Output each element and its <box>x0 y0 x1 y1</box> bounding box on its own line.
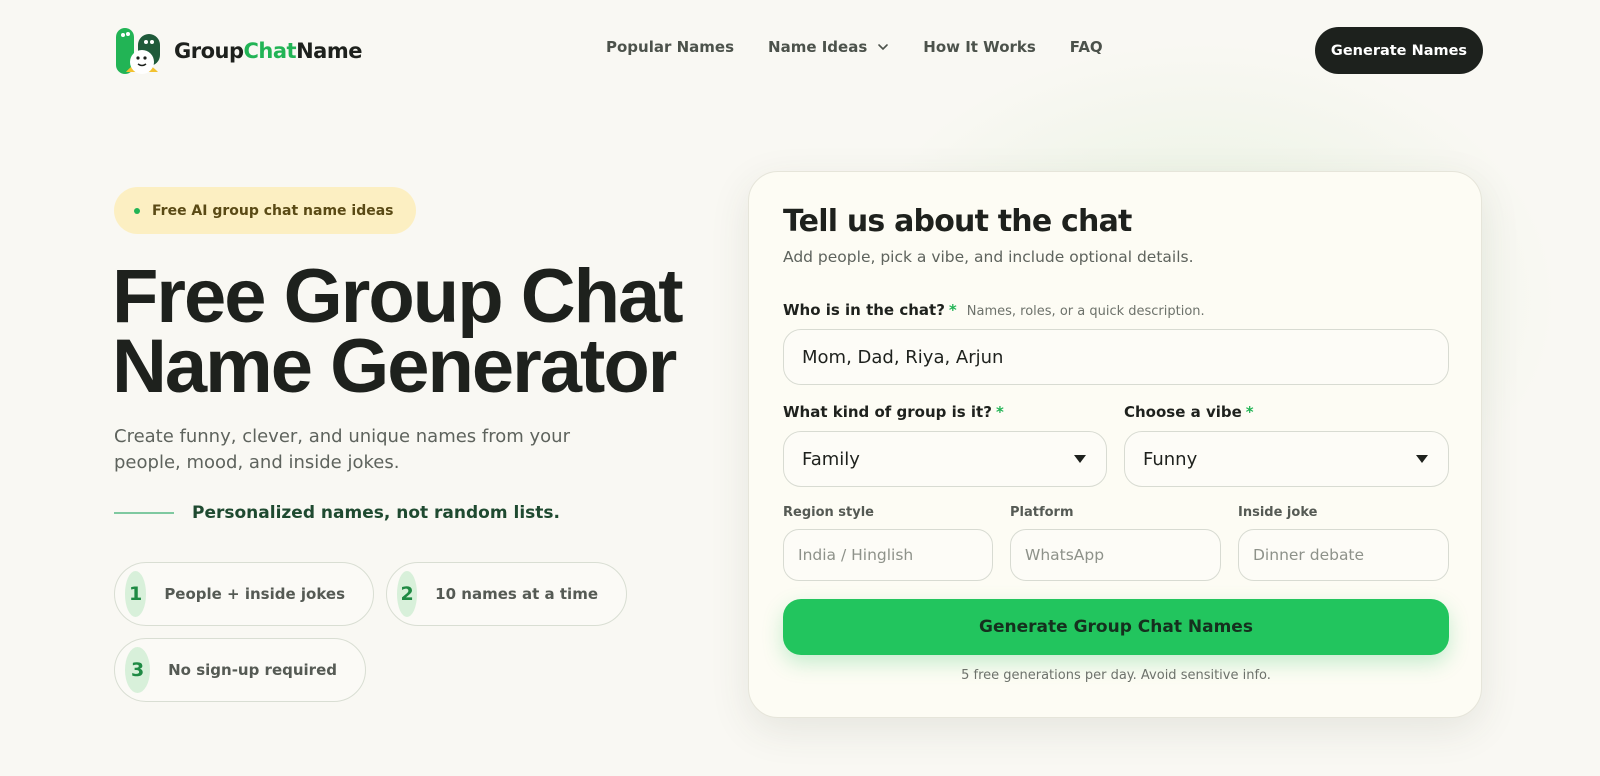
who-input-value: Mom, Dad, Riya, Arjun <box>802 346 1004 368</box>
kind-label: What kind of group is it? * <box>783 403 1004 421</box>
kind-label-text: What kind of group is it? <box>783 403 992 421</box>
region-input[interactable] <box>783 529 993 581</box>
who-label-text: Who is in the chat? <box>783 301 945 319</box>
logo-text: GroupChatName <box>174 39 362 63</box>
caret-down-icon <box>1074 455 1086 463</box>
badge-dot-icon <box>134 207 140 214</box>
hero-tagline: Personalized names, not random lists. <box>114 503 560 523</box>
feature-number: 2 <box>397 571 418 617</box>
who-input[interactable]: Mom, Dad, Riya, Arjun <box>783 329 1449 385</box>
chevron-down-icon <box>878 44 889 51</box>
platform-label: Platform <box>1010 505 1074 520</box>
form-footnote: 5 free generations per day. Avoid sensit… <box>961 668 1271 683</box>
nav-how-it-works[interactable]: How It Works <box>923 38 1036 56</box>
joke-label: Inside joke <box>1238 505 1318 520</box>
required-marker: * <box>1245 403 1254 421</box>
hero-subtitle: Create funny, clever, and unique names f… <box>114 426 570 473</box>
who-hint: Names, roles, or a quick description. <box>966 304 1205 319</box>
form-subtitle: Add people, pick a vibe, and include opt… <box>783 248 1194 266</box>
main-nav: Popular Names Name Ideas How It Works FA… <box>606 38 1137 56</box>
generator-form-card: Tell us about the chat Add people, pick … <box>748 171 1482 718</box>
logo-mascot-icon <box>116 28 160 74</box>
feature-pill-3: 3 No sign-up required <box>114 638 366 702</box>
region-label: Region style <box>783 505 874 520</box>
feature-pill-2: 2 10 names at a time <box>386 562 627 626</box>
vibe-select[interactable]: Funny <box>1124 431 1449 487</box>
feature-number: 3 <box>125 647 151 693</box>
page-title-line2: Name Generator <box>112 324 677 409</box>
platform-input[interactable] <box>1010 529 1221 581</box>
tagline-divider <box>114 512 174 514</box>
vibe-value: Funny <box>1143 448 1198 470</box>
feature-text: No sign-up required <box>168 661 337 679</box>
nav-faq[interactable]: FAQ <box>1070 38 1103 56</box>
form-title: Tell us about the chat <box>783 204 1132 239</box>
group-kind-value: Family <box>802 448 860 470</box>
who-label: Who is in the chat? * Names, roles, or a q… <box>783 301 1205 319</box>
logo[interactable]: GroupChatName <box>114 24 362 78</box>
hero-badge-text: Free AI group chat name ideas <box>152 202 394 219</box>
tagline-text: Personalized names, not random lists. <box>192 503 560 523</box>
nav-popular-names[interactable]: Popular Names <box>606 38 734 56</box>
required-marker: * <box>995 403 1004 421</box>
nav-name-ideas-label: Name Ideas <box>768 38 868 56</box>
generate-names-button[interactable]: Generate Names <box>1315 27 1483 74</box>
page-title: Free Group Chat Name Generator <box>112 259 712 405</box>
vibe-label: Choose a vibe * <box>1124 403 1254 421</box>
feature-number: 1 <box>125 571 147 617</box>
generate-group-chat-names-button[interactable]: Generate Group Chat Names <box>783 599 1449 655</box>
hero-badge: Free AI group chat name ideas <box>114 187 416 234</box>
inside-joke-input[interactable] <box>1238 529 1449 581</box>
nav-name-ideas[interactable]: Name Ideas <box>768 38 889 56</box>
feature-pill-1: 1 People + inside jokes <box>114 562 374 626</box>
required-marker: * <box>948 301 957 319</box>
feature-text: People + inside jokes <box>164 585 345 603</box>
caret-down-icon <box>1416 455 1428 463</box>
feature-text: 10 names at a time <box>435 585 598 603</box>
site-header: GroupChatName Popular Names Name Ideas H… <box>0 0 1600 100</box>
group-kind-select[interactable]: Family <box>783 431 1107 487</box>
vibe-label-text: Choose a vibe <box>1124 403 1242 421</box>
